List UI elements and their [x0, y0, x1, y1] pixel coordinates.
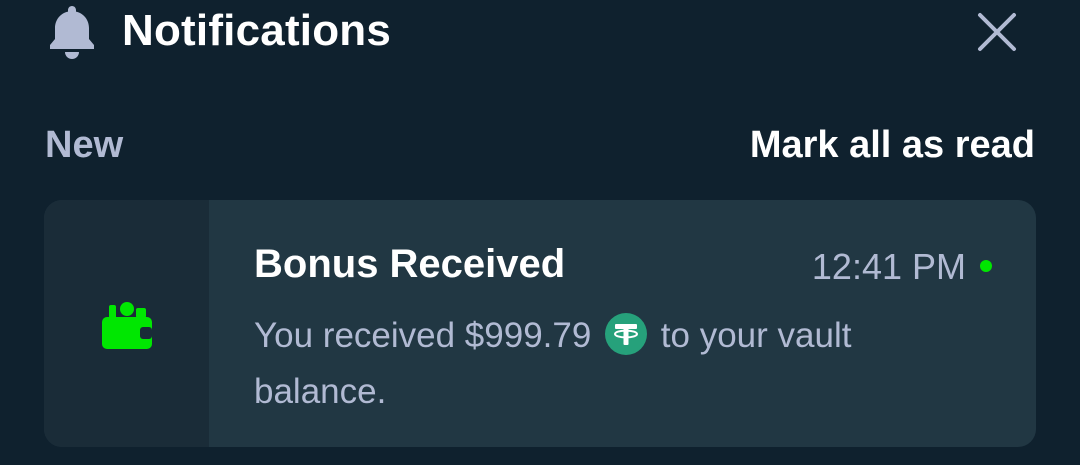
bell-icon	[50, 6, 94, 59]
section-label-new: New	[45, 124, 124, 166]
unread-indicator	[980, 260, 992, 272]
message-text-before: You received $999.79	[254, 316, 592, 355]
notifications-header: Notifications	[0, 0, 1080, 70]
notification-time: 12:41 PM	[811, 246, 966, 287]
mark-all-read-button[interactable]: Mark all as read	[750, 124, 1035, 167]
wallet-icon	[101, 301, 152, 349]
page-title: Notifications	[122, 6, 392, 55]
tether-icon	[605, 313, 648, 355]
notification-icon-column	[44, 200, 209, 447]
notification-card[interactable]: Bonus Received 12:41 PM You received $99…	[44, 200, 1036, 447]
notification-body: Bonus Received 12:41 PM You received $99…	[209, 200, 1036, 447]
notifications-panel: Notifications New Mark all as read Bonus…	[0, 0, 1080, 465]
notification-message: You received $999.79 to your vault balan…	[254, 308, 954, 420]
notification-title: Bonus Received	[254, 242, 566, 286]
close-icon[interactable]	[975, 10, 1019, 54]
